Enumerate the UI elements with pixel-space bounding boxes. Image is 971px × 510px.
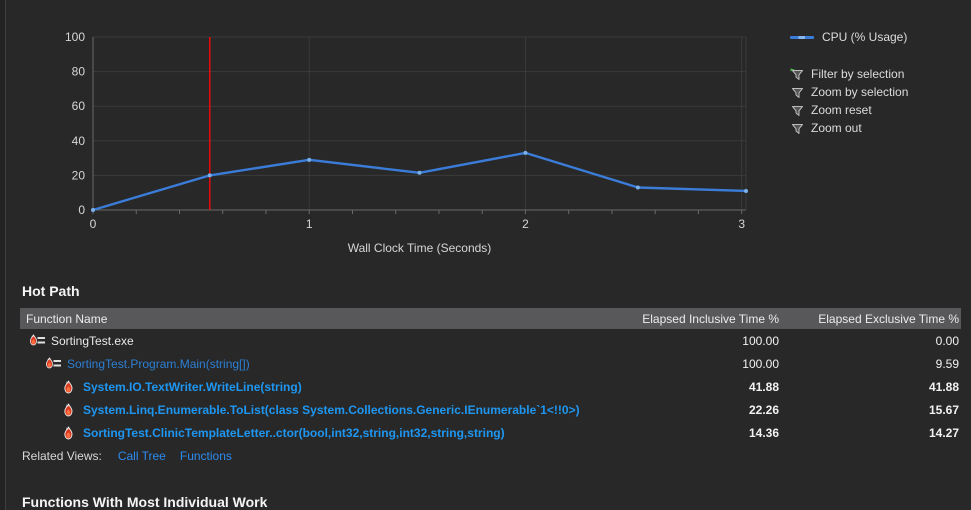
table-row[interactable]: System.Linq.Enumerable.ToList(class Syst… — [20, 398, 961, 421]
column-header-function-name[interactable]: Function Name — [20, 312, 601, 326]
hot-path-title: Hot Path — [22, 283, 80, 299]
table-header-row: Function Name Elapsed Inclusive Time % E… — [20, 308, 961, 329]
hot-path-icon — [43, 357, 62, 371]
svg-text:1: 1 — [306, 217, 313, 231]
exclusive-time-value: 41.88 — [928, 379, 959, 394]
chart-action-zoom-out[interactable]: Zoom out — [790, 119, 908, 137]
function-name-link[interactable]: SortingTest.Program.Main(string[]) — [67, 357, 250, 371]
exclusive-time-value: 0.00 — [935, 333, 959, 348]
chart-action-label: Zoom reset — [811, 103, 872, 117]
svg-text:60: 60 — [72, 99, 86, 113]
svg-text:40: 40 — [72, 134, 86, 148]
exclusive-time-value: 15.67 — [928, 402, 959, 417]
svg-text:20: 20 — [72, 168, 86, 182]
function-name-cell: System.IO.TextWriter.WriteLine(string) — [20, 380, 601, 394]
inclusive-time-value: 22.26 — [748, 402, 779, 417]
cpu-usage-plot[interactable]: 0 20 40 60 80 100 0 1 2 3 Wall Clock Time (Seconds… — [0, 0, 780, 265]
chart-action-filter-by-selection[interactable]: Filter by selection — [790, 65, 908, 83]
hot-path-icon — [27, 334, 46, 348]
inclusive-time-value: 100.00 — [742, 356, 779, 371]
filter-by-selection-icon — [790, 67, 804, 81]
exclusive-time-value: 9.59 — [935, 356, 959, 371]
legend-label: CPU (% Usage) — [822, 30, 908, 44]
link-call-tree[interactable]: Call Tree — [118, 449, 166, 463]
function-name-cell: System.Linq.Enumerable.ToList(class Syst… — [20, 403, 601, 417]
related-views: Related Views: Call Tree Functions — [22, 449, 246, 463]
flame-icon — [59, 380, 78, 394]
legend-item-cpu: CPU (% Usage) — [790, 28, 908, 46]
zoom-reset-icon — [790, 104, 804, 117]
chart-legend: CPU (% Usage) Filter by selection Zoom b… — [790, 28, 908, 137]
function-name-cell: SortingTest.exe — [20, 334, 601, 348]
column-header-elapsed-inclusive[interactable]: Elapsed Inclusive Time % — [601, 312, 781, 326]
function-name-link: SortingTest.exe — [51, 333, 134, 348]
flame-icon — [59, 403, 78, 417]
svg-text:0: 0 — [78, 203, 85, 217]
inclusive-time-value: 100.00 — [742, 333, 779, 348]
svg-text:0: 0 — [90, 217, 97, 231]
svg-text:3: 3 — [738, 217, 745, 231]
table-row[interactable]: SortingTest.Program.Main(string[]) 100.00… — [20, 352, 961, 375]
related-views-label: Related Views: — [22, 449, 102, 463]
chart-action-label: Zoom out — [811, 121, 862, 135]
function-name-link[interactable]: SortingTest.ClinicTemplateLetter..ctor(b… — [83, 426, 505, 440]
function-name-link[interactable]: System.IO.TextWriter.WriteLine(string) — [83, 380, 302, 394]
function-name-link[interactable]: System.Linq.Enumerable.ToList(class Syst… — [83, 403, 580, 417]
svg-text:80: 80 — [72, 65, 86, 79]
link-functions[interactable]: Functions — [180, 449, 232, 463]
svg-text:2: 2 — [522, 217, 529, 231]
chart-action-list: Filter by selection Zoom by selection Zo… — [790, 65, 908, 137]
table-row[interactable]: System.IO.TextWriter.WriteLine(string) 41… — [20, 375, 961, 398]
zoom-by-selection-icon — [790, 86, 804, 99]
function-name-cell: SortingTest.Program.Main(string[]) — [20, 357, 601, 371]
individual-work-title: Functions With Most Individual Work — [22, 494, 268, 510]
flame-icon — [59, 426, 78, 440]
svg-text:Wall Clock Time (Seconds): Wall Clock Time (Seconds) — [348, 241, 492, 255]
chart-action-label: Zoom by selection — [811, 85, 909, 99]
column-header-elapsed-exclusive[interactable]: Elapsed Exclusive Time % — [781, 312, 961, 326]
table-row[interactable]: SortingTest.exe 100.00 0.00 — [20, 329, 961, 352]
hot-path-table: Function Name Elapsed Inclusive Time % E… — [20, 308, 961, 444]
table-row[interactable]: SortingTest.ClinicTemplateLetter..ctor(b… — [20, 421, 961, 444]
legend-line-sample — [790, 35, 814, 39]
exclusive-time-value: 14.27 — [928, 425, 959, 440]
table-body: SortingTest.exe 100.00 0.00 SortingTest.Pr… — [20, 329, 961, 444]
chart-action-label: Filter by selection — [811, 67, 905, 81]
inclusive-time-value: 41.88 — [748, 379, 779, 394]
chart-action-zoom-reset[interactable]: Zoom reset — [790, 101, 908, 119]
zoom-out-icon — [790, 122, 804, 135]
svg-text:100: 100 — [65, 30, 85, 44]
function-name-cell: SortingTest.ClinicTemplateLetter..ctor(b… — [20, 426, 601, 440]
chart-action-zoom-by-selection[interactable]: Zoom by selection — [790, 83, 908, 101]
cpu-usage-chart[interactable]: 0 20 40 60 80 100 0 1 2 3 Wall Clock Time (Seconds… — [0, 0, 780, 265]
inclusive-time-value: 14.36 — [748, 425, 779, 440]
